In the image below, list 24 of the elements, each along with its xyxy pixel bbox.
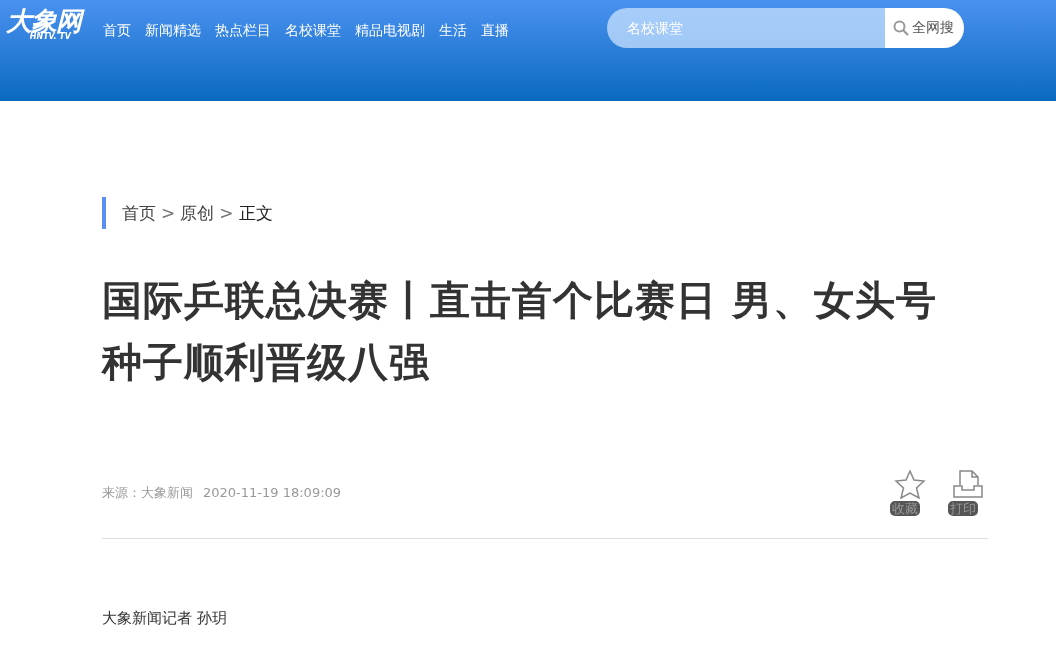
- search-field[interactable]: 名校课堂: [607, 8, 885, 48]
- article-byline: 大象新闻记者 孙玥: [102, 609, 228, 628]
- star-icon: [894, 469, 926, 499]
- search-icon: [893, 20, 909, 36]
- article-source: 来源：大象新闻: [102, 483, 193, 502]
- nav-link[interactable]: 直播: [481, 22, 509, 40]
- favorite-button[interactable]: 收藏: [890, 469, 930, 516]
- breadcrumb-separator: >: [219, 202, 234, 225]
- search-button[interactable]: 全网搜: [885, 8, 964, 48]
- nav-link[interactable]: 首页: [103, 22, 131, 40]
- breadcrumb-link[interactable]: 原创: [180, 197, 215, 229]
- document-tray-icon: [952, 469, 984, 499]
- nav-link[interactable]: 热点栏目: [215, 22, 271, 40]
- article-title: 国际乒联总决赛丨直击首个比赛日 男、女头号种子顺利晋级八强: [102, 276, 938, 387]
- print-button[interactable]: 打印: [948, 469, 988, 516]
- breadcrumb-separator: >: [161, 202, 176, 225]
- article-date: 2020-11-19 18:09:09: [203, 485, 342, 500]
- breadcrumb-link[interactable]: 首页: [122, 197, 156, 229]
- nav-link[interactable]: 生活: [439, 22, 467, 40]
- nav-link[interactable]: 名校课堂: [285, 22, 341, 40]
- nav-link[interactable]: 精品电视剧: [355, 22, 425, 40]
- breadcrumb-current: 正文: [238, 202, 273, 225]
- nav-link[interactable]: 新闻精选: [145, 22, 201, 40]
- logo-subtext: HNTV. TV: [29, 33, 71, 41]
